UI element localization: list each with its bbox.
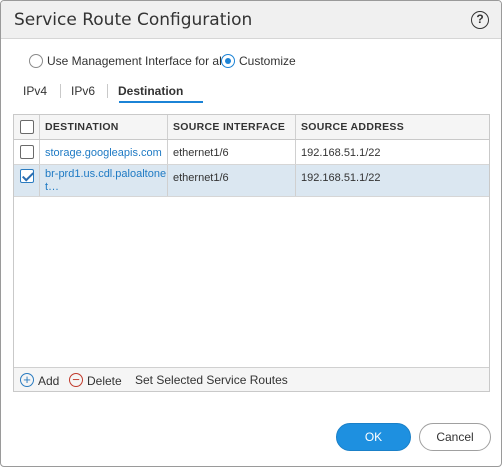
row-checkbox[interactable] bbox=[20, 145, 34, 159]
ok-button[interactable]: OK bbox=[336, 423, 411, 451]
column-header-source-interface[interactable]: SOURCE INTERFACE bbox=[168, 115, 296, 139]
column-header-source-address[interactable]: SOURCE ADDRESS bbox=[296, 115, 489, 139]
dialog-title: Service Route Configuration bbox=[14, 10, 253, 30]
destination-cell[interactable]: storage.googleapis.com bbox=[40, 140, 168, 164]
dialog-titlebar: Service Route Configuration ? bbox=[1, 1, 501, 39]
select-all-checkbox[interactable] bbox=[20, 120, 34, 134]
service-route-dialog: Service Route Configuration ? Use Manage… bbox=[0, 0, 502, 467]
row-checkbox-checked[interactable] bbox=[20, 169, 34, 183]
set-selected-service-routes-button[interactable]: Set Selected Service Routes bbox=[135, 373, 288, 387]
source-interface-cell: ethernet1/6 bbox=[168, 140, 296, 164]
cancel-button[interactable]: Cancel bbox=[419, 423, 491, 451]
row-select-cell bbox=[14, 140, 40, 164]
tab-destination[interactable]: Destination bbox=[118, 84, 183, 98]
minus-circle-icon: − bbox=[69, 373, 83, 387]
source-interface-cell: ethernet1/6 bbox=[168, 165, 296, 196]
radio-label: Use Management Interface for all bbox=[47, 54, 225, 68]
plus-circle-icon: + bbox=[20, 373, 34, 387]
active-tab-indicator bbox=[119, 101, 203, 103]
destination-table: DESTINATION SOURCE INTERFACE SOURCE ADDR… bbox=[13, 114, 490, 392]
source-address-cell: 192.168.51.1/22 bbox=[301, 172, 381, 184]
add-label: Add bbox=[38, 374, 60, 388]
help-icon[interactable]: ? bbox=[471, 11, 489, 29]
radio-unchecked-icon bbox=[29, 54, 43, 68]
table-row[interactable]: storage.googleapis.com ethernet1/6 192.1… bbox=[14, 140, 489, 165]
row-select-cell bbox=[14, 165, 40, 196]
tab-ipv6[interactable]: IPv6 bbox=[71, 84, 95, 98]
radio-checked-icon bbox=[221, 54, 235, 68]
source-address-cell: 192.168.51.1/22 bbox=[301, 147, 381, 159]
delete-label: Delete bbox=[87, 374, 122, 388]
select-all-header bbox=[14, 115, 40, 139]
column-header-destination[interactable]: DESTINATION bbox=[40, 115, 168, 139]
tab-ipv4[interactable]: IPv4 bbox=[23, 84, 47, 98]
tab-divider bbox=[60, 84, 61, 98]
destination-cell[interactable]: br-prd1.us.cdl.paloaltonet… bbox=[40, 165, 168, 196]
tab-divider bbox=[107, 84, 108, 98]
table-header: DESTINATION SOURCE INTERFACE SOURCE ADDR… bbox=[14, 115, 489, 140]
radio-label: Customize bbox=[239, 54, 296, 68]
table-toolbar: + Add − Delete Set Selected Service Rout… bbox=[14, 367, 489, 391]
table-row-selected[interactable]: br-prd1.us.cdl.paloaltonet… ethernet1/6 … bbox=[14, 165, 489, 197]
protocol-tabs: IPv4 IPv6 Destination bbox=[13, 81, 489, 103]
